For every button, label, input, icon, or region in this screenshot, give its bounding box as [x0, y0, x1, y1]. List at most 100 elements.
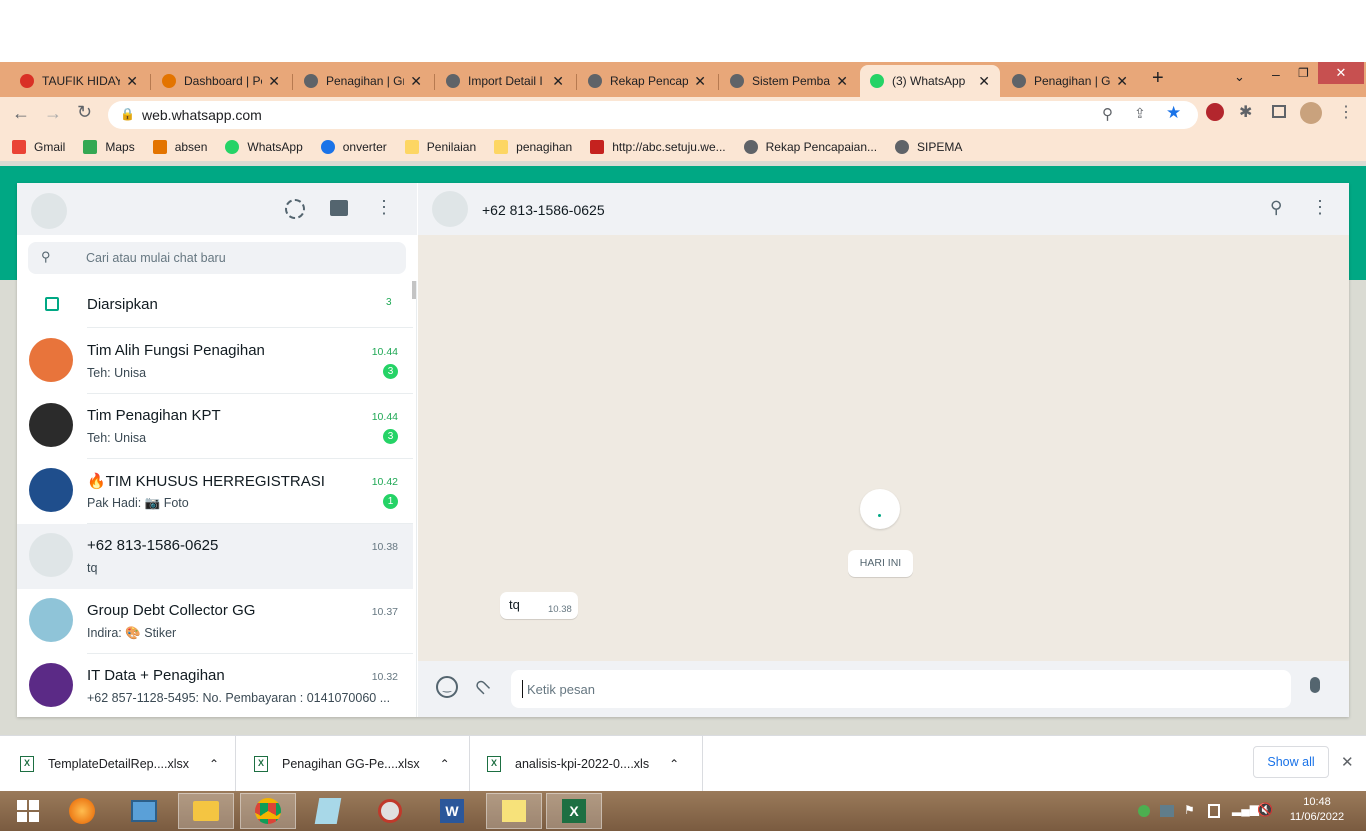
whatsapp-icon: [870, 74, 884, 88]
browser-tab-8[interactable]: Penagihan | Gr ✕: [1002, 65, 1138, 97]
browser-tab-2[interactable]: Dashboard | Pe ✕: [152, 65, 290, 97]
minimize-icon[interactable]: –: [1272, 66, 1280, 82]
menu-icon[interactable]: ⋮: [375, 197, 393, 218]
chrome-taskbar-button[interactable]: [240, 793, 296, 829]
notes-taskbar-button[interactable]: [300, 793, 356, 829]
bookmark-abc-setuju[interactable]: http://abc.setuju.we...: [590, 140, 726, 154]
bookmark-absen[interactable]: absen: [152, 140, 207, 154]
close-icon[interactable]: ✕: [410, 73, 422, 90]
archived-row[interactable]: Diarsipkan 3: [17, 281, 413, 328]
search-input[interactable]: ⚲ Cari atau mulai chat baru: [28, 242, 406, 274]
avatar[interactable]: [31, 193, 67, 229]
attach-icon[interactable]: ⊂: [468, 672, 498, 702]
reload-icon[interactable]: ↻: [77, 102, 92, 123]
chat-item[interactable]: Tim Alih Fungsi Penagihan Teh: Unisa 10.…: [17, 329, 413, 394]
download-item[interactable]: X analisis-kpi-2022-0....xls ⌃: [487, 736, 703, 792]
excel-file-icon: X: [254, 756, 268, 772]
browser-tab-1[interactable]: TAUFIK HIDAY ✕: [10, 65, 148, 97]
volume-icon[interactable]: 🔇: [1257, 802, 1273, 818]
menu-icon[interactable]: ⋮: [1311, 197, 1329, 218]
chat-item[interactable]: IT Data + Penagihan +62 857-1128-5495: N…: [17, 654, 413, 717]
address-bar[interactable]: 🔒 web.whatsapp.com ⚲ ⇪ ★: [108, 101, 1198, 129]
message-input[interactable]: Ketik pesan: [511, 670, 1291, 708]
new-chat-icon[interactable]: [330, 200, 348, 216]
close-icon[interactable]: ✕: [836, 73, 848, 90]
microphone-icon[interactable]: [1310, 677, 1320, 693]
message-placeholder: Ketik pesan: [527, 682, 595, 697]
search-icon[interactable]: ⚲: [1270, 198, 1282, 218]
signal-icon[interactable]: ▂▄▆: [1232, 802, 1259, 816]
whatsapp-icon: [225, 140, 240, 154]
unread-badge: 1: [383, 494, 398, 509]
forward-icon[interactable]: →: [44, 103, 62, 124]
download-item[interactable]: X Penagihan GG-Pe....xlsx ⌃: [254, 736, 470, 792]
close-icon[interactable]: ✕: [978, 73, 990, 90]
restore-icon[interactable]: ❐: [1298, 66, 1309, 80]
system-clock[interactable]: 10:48 11/06/2022: [1282, 795, 1352, 825]
window-close-button[interactable]: ✕: [1318, 62, 1364, 84]
status-icon[interactable]: [285, 199, 305, 219]
chevron-up-icon[interactable]: ⌃: [209, 757, 219, 771]
sticky-notes-taskbar-button[interactable]: [486, 793, 542, 829]
chevron-down-icon[interactable]: ⌄: [1234, 69, 1245, 85]
bookmark-converter[interactable]: onverter: [320, 140, 387, 154]
chevron-up-icon[interactable]: ⌃: [440, 757, 450, 771]
bookmark-maps[interactable]: Maps: [83, 140, 135, 154]
puzzle-icon[interactable]: ✱: [1239, 102, 1252, 122]
bookmark-whatsapp[interactable]: WhatsApp: [225, 140, 303, 154]
zoom-icon[interactable]: ⚲: [1102, 105, 1113, 123]
paint-taskbar-button[interactable]: [362, 793, 418, 829]
profile-avatar[interactable]: [1300, 102, 1322, 124]
url-text: web.whatsapp.com: [142, 107, 262, 123]
close-icon[interactable]: ✕: [552, 73, 564, 90]
close-icon[interactable]: ✕: [126, 73, 138, 90]
avatar: [29, 533, 73, 577]
bookmark-penagihan[interactable]: penagihan: [494, 140, 572, 154]
emoji-icon[interactable]: ‿: [436, 676, 458, 698]
show-all-button[interactable]: Show all: [1253, 746, 1329, 778]
network-tray-icon[interactable]: [1160, 805, 1174, 817]
share-icon[interactable]: ⇪: [1134, 105, 1146, 122]
start-button[interactable]: [0, 793, 56, 829]
bookmark-rekap[interactable]: Rekap Pencapaian...: [743, 140, 877, 154]
chat-item[interactable]: Tim Penagihan KPT Teh: Unisa 10.44 3: [17, 394, 413, 459]
flag-icon[interactable]: ⚑: [1184, 803, 1195, 817]
close-icon[interactable]: ✕: [1341, 753, 1354, 771]
scrollbar-thumb[interactable]: [412, 281, 416, 299]
download-item[interactable]: X TemplateDetailRep....xlsx ⌃: [20, 736, 236, 792]
bookmark-penilaian[interactable]: Penilaian: [404, 140, 476, 154]
explorer-taskbar-button[interactable]: [178, 793, 234, 829]
chevron-up-icon[interactable]: ⌃: [669, 757, 679, 771]
close-icon[interactable]: ✕: [1116, 73, 1128, 90]
browser-tab-whatsapp[interactable]: (3) WhatsApp ✕: [860, 65, 1000, 97]
star-icon[interactable]: ★: [1166, 103, 1181, 123]
chat-item[interactable]: Group Debt Collector GG Indira: 🎨 Stiker…: [17, 589, 413, 654]
close-icon[interactable]: ✕: [694, 73, 706, 90]
sidepanel-icon[interactable]: [1272, 105, 1286, 118]
download-filename: analisis-kpi-2022-0....xls: [515, 757, 650, 771]
firefox-taskbar-button[interactable]: [54, 793, 110, 829]
chrome-tray-icon[interactable]: [1138, 805, 1150, 817]
sidebar-header: ⋮: [17, 183, 417, 235]
menu-icon[interactable]: ⋮: [1338, 102, 1354, 122]
excel-taskbar-button[interactable]: X: [546, 793, 602, 829]
browser-tab-4[interactable]: Import Detail I ✕: [436, 65, 574, 97]
word-taskbar-button[interactable]: W: [424, 793, 480, 829]
chat-item-selected[interactable]: +62 813-1586-0625 tq 10.38: [17, 524, 413, 589]
downloads-bar: X TemplateDetailRep....xlsx ⌃ X Penagiha…: [0, 735, 1366, 792]
bookmark-gmail[interactable]: Gmail: [12, 140, 65, 154]
close-icon[interactable]: ✕: [268, 73, 280, 90]
battery-icon[interactable]: [1208, 804, 1220, 818]
control-panel-taskbar-button[interactable]: [116, 793, 172, 829]
extension-icon[interactable]: [1206, 103, 1224, 121]
chat-item[interactable]: 🔥TIM KHUSUS HERREGISTRASI Pak Hadi: 📷 Fo…: [17, 459, 413, 524]
new-tab-icon[interactable]: +: [1152, 67, 1164, 90]
message-bubble[interactable]: tq 10.38: [500, 592, 578, 619]
browser-tab-6[interactable]: Sistem Pemba ✕: [720, 65, 858, 97]
browser-tab-3[interactable]: Penagihan | Gr ✕: [294, 65, 432, 97]
bookmark-sipema[interactable]: SIPEMA: [895, 140, 962, 154]
conversation-header[interactable]: +62 813-1586-0625 ⚲ ⋮: [418, 183, 1349, 235]
back-icon[interactable]: ←: [12, 103, 30, 124]
avatar[interactable]: [432, 191, 468, 227]
browser-tab-5[interactable]: Rekap Pencapa ✕: [578, 65, 716, 97]
